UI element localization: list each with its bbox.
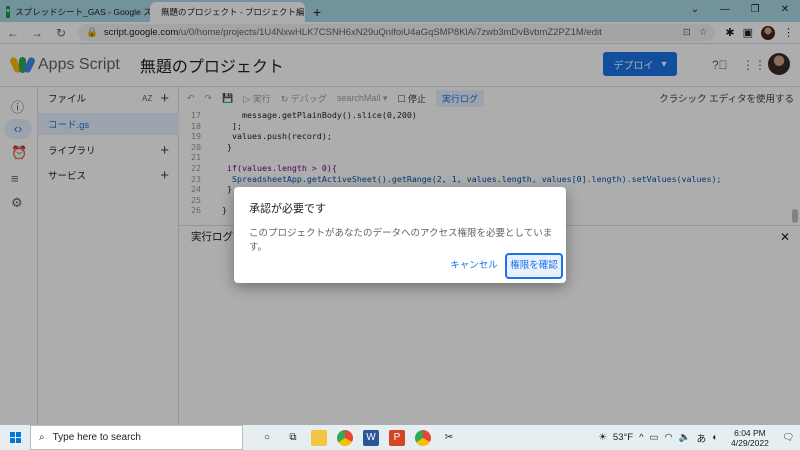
word-icon[interactable]: W	[363, 429, 379, 446]
cancel-button[interactable]: キャンセル	[448, 256, 500, 276]
cortana-icon[interactable]: ○	[259, 430, 275, 446]
authorization-dialog: 承認が必要です このプロジェクトがあなたのデータへのアクセス権限を必要としていま…	[234, 187, 566, 283]
dialog-message: このプロジェクトがあなたのデータへのアクセス権限を必要としています。	[249, 228, 553, 253]
weather-icon[interactable]: ☀	[598, 432, 607, 443]
clock-date: 4/29/2022	[731, 437, 769, 448]
weather-temp[interactable]: 53°F	[613, 432, 633, 443]
taskbar-search[interactable]: ⌕ Type here to search	[30, 425, 243, 450]
review-permissions-button[interactable]: 権限を確認	[505, 253, 563, 279]
taskbar-clock[interactable]: 6:04 PM 4/29/2022	[724, 428, 776, 448]
start-button[interactable]	[0, 425, 30, 450]
ime-mode-icon[interactable]: ◐	[712, 432, 718, 443]
ime-indicator[interactable]: あ	[697, 431, 707, 445]
powerpoint-icon[interactable]: P	[389, 429, 405, 446]
tray-overflow-icon[interactable]: ^	[639, 432, 643, 443]
search-placeholder: Type here to search	[52, 432, 141, 443]
windows-logo-icon	[9, 432, 21, 443]
search-icon: ⌕	[39, 432, 45, 443]
windows-taskbar: ⌕ Type here to search ○ ⧉ W P ✂ ☀ 53°F ^…	[0, 425, 800, 450]
task-view-icon[interactable]: ⧉	[285, 430, 301, 446]
chrome-active-icon[interactable]	[415, 429, 431, 446]
chrome-icon[interactable]	[337, 429, 353, 446]
dialog-title: 承認が必要です	[249, 203, 326, 215]
notifications-icon[interactable]: 🗨	[782, 432, 794, 443]
system-tray: ☀ 53°F ^ ▭ ◠ 🔈 あ ◐ 6:04 PM 4/29/2022 🗨	[598, 425, 800, 450]
battery-icon[interactable]: ▭	[650, 432, 659, 443]
clock-time: 6:04 PM	[734, 427, 766, 438]
taskbar-apps: ○ ⧉ W P ✂	[243, 429, 457, 446]
file-explorer-icon[interactable]	[311, 429, 327, 446]
volume-icon[interactable]: 🔈	[679, 432, 691, 443]
snipping-tool-icon[interactable]: ✂	[441, 430, 457, 446]
network-icon[interactable]: ◠	[665, 432, 673, 443]
